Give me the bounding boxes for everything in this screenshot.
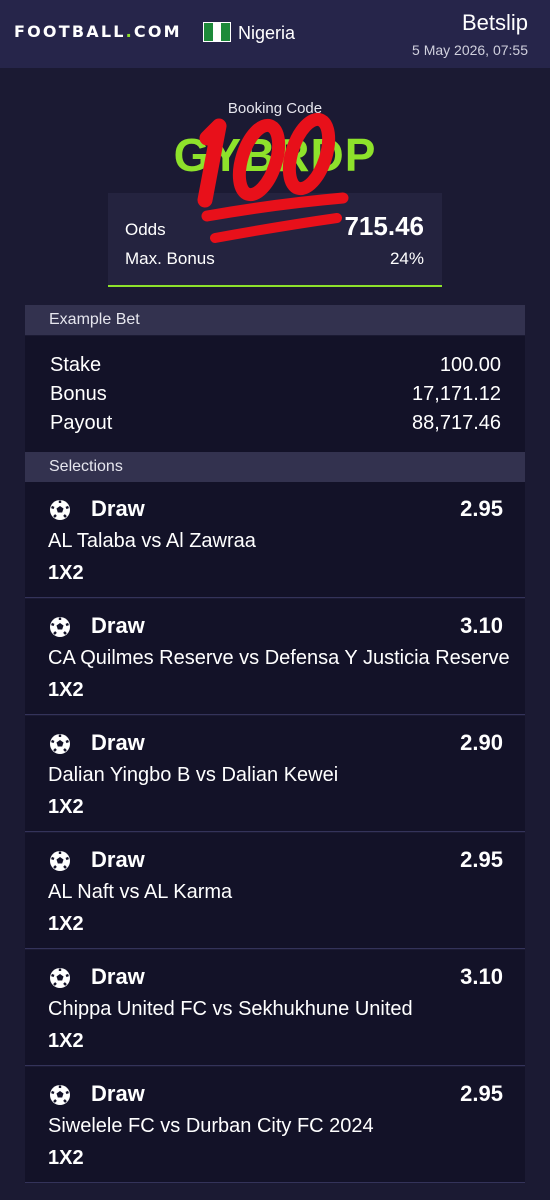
hundred-points-icon — [197, 112, 349, 243]
selection-pick: Draw — [91, 964, 145, 989]
max-bonus-value: 24% — [389, 249, 424, 268]
stake-row: Stake 100.00 — [50, 354, 501, 377]
selection-market: 1X2 — [48, 913, 84, 935]
bonus-label: Bonus — [50, 383, 107, 405]
brand-logo[interactable]: FOOTBALL.COM — [14, 22, 182, 41]
selection-card[interactable]: Draw 2.95 AL Talaba vs Al Zawraa 1X2 — [25, 482, 525, 598]
stake-value: 100.00 — [439, 354, 501, 376]
example-bet-heading: Example Bet — [25, 305, 525, 335]
selection-market: 1X2 — [48, 796, 84, 818]
selection-market: 1X2 — [48, 1030, 84, 1052]
selection-pick: Draw — [91, 847, 145, 872]
payout-label: Payout — [50, 412, 113, 434]
page-title: Betslip — [461, 10, 528, 35]
app-header: FOOTBALL.COM Nigeria Betslip 5 May 2026,… — [0, 0, 550, 68]
selection-odds: 2.95 — [460, 1081, 503, 1106]
payout-row: Payout 88,717.46 — [50, 412, 501, 435]
selection-market: 1X2 — [48, 679, 84, 701]
selection-market: 1X2 — [48, 562, 84, 584]
nigeria-flag-icon — [203, 22, 231, 42]
selection-card[interactable]: Draw 3.10 Chippa United FC vs Sekhukhune… — [25, 950, 525, 1066]
selection-match: AL Naft vs AL Karma — [48, 881, 233, 903]
selection-pick: Draw — [91, 1081, 145, 1106]
country-label: Nigeria — [238, 23, 296, 43]
bonus-row: Bonus 17,171.12 — [50, 383, 501, 406]
soccer-ball-icon — [50, 734, 70, 754]
bonus-value: 17,171.12 — [412, 383, 501, 405]
stake-label: Stake — [50, 354, 102, 376]
soccer-ball-icon — [50, 1085, 70, 1105]
selection-card[interactable]: Draw 2.90 Dalian Yingbo B vs Dalian Kewe… — [25, 716, 525, 832]
soccer-ball-icon — [50, 500, 70, 520]
timestamp: 5 May 2026, 07:55 — [412, 42, 528, 58]
selection-odds: 2.95 — [460, 847, 503, 872]
selections-heading: Selections — [25, 452, 525, 482]
soccer-ball-icon — [50, 968, 70, 988]
soccer-ball-icon — [50, 851, 70, 871]
selection-market: 1X2 — [48, 1147, 84, 1169]
odds-label: Odds — [125, 220, 166, 239]
selection-card[interactable]: Draw 2.95 AL Naft vs AL Karma 1X2 — [25, 833, 525, 949]
selection-pick: Draw — [91, 730, 145, 755]
selection-match: Siwelele FC vs Durban City FC 2024 — [48, 1115, 374, 1137]
selection-card[interactable]: Draw 2.95 Siwelele FC vs Durban City FC … — [25, 1067, 525, 1183]
selection-odds: 2.90 — [460, 730, 503, 755]
selection-match: Dalian Yingbo B vs Dalian Kewei — [48, 764, 339, 786]
selection-odds: 3.10 — [460, 613, 503, 638]
soccer-ball-icon — [50, 617, 70, 637]
selection-pick: Draw — [91, 496, 145, 521]
selection-pick: Draw — [91, 613, 145, 638]
selection-match: AL Talaba vs Al Zawraa — [48, 530, 256, 552]
total-odds-value: 715.46 — [344, 211, 424, 241]
example-bet-panel: Stake 100.00 Bonus 17,171.12 Payout 88,7… — [25, 336, 525, 452]
selection-odds: 2.95 — [460, 496, 503, 521]
selection-match: Chippa United FC vs Sekhukhune United — [48, 998, 413, 1020]
payout-value: 88,717.46 — [412, 412, 501, 434]
selection-card[interactable]: Draw 3.10 CA Quilmes Reserve vs Defensa … — [25, 599, 525, 715]
selection-odds: 3.10 — [460, 964, 503, 989]
selection-match: CA Quilmes Reserve vs Defensa Y Justicia… — [48, 647, 510, 669]
